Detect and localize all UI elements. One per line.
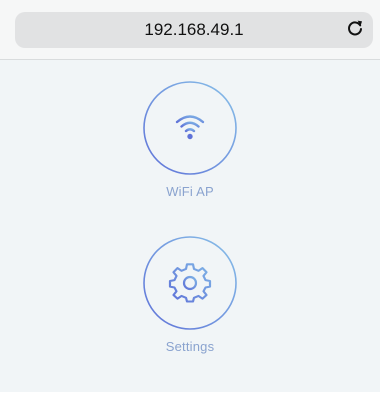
main-content: WiFi AP Settings [0, 60, 380, 393]
wifi-ap-label: WiFi AP [166, 184, 214, 199]
reload-icon [345, 18, 365, 43]
settings-label: Settings [165, 339, 215, 354]
reload-button[interactable] [343, 18, 367, 42]
wifi-ap-menu-item[interactable]: WiFi AP [120, 81, 260, 199]
settings-menu-item[interactable]: Settings [120, 236, 260, 354]
browser-toolbar: 192.168.49.1 [0, 0, 380, 60]
address-bar[interactable]: 192.168.49.1 [15, 12, 373, 48]
wifi-ap-button[interactable] [143, 81, 237, 175]
url-text[interactable]: 192.168.49.1 [15, 12, 373, 48]
settings-button[interactable] [143, 236, 237, 330]
